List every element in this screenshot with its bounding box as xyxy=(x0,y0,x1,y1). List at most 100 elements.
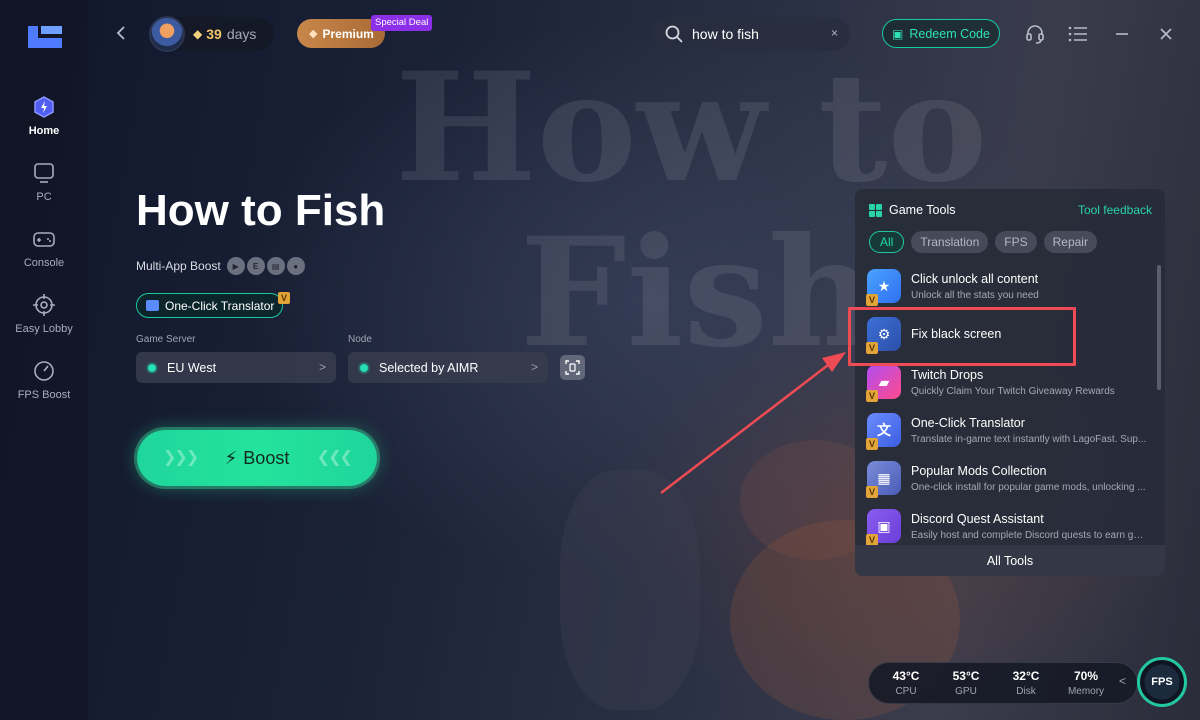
chevron-right-icon: > xyxy=(318,360,326,374)
tool-list: ★ V Click unlock all content Unlock all … xyxy=(866,269,1147,557)
search-box[interactable]: × xyxy=(652,17,850,51)
menu-icon[interactable] xyxy=(1066,22,1090,46)
pc-icon xyxy=(31,160,57,186)
store-platform-icon: ▤ xyxy=(266,257,285,275)
sidebar-item-home[interactable]: Home xyxy=(0,94,88,150)
twitch-icon: ▰ V xyxy=(866,365,901,402)
tool-description: Translate in-game text instantly with La… xyxy=(911,434,1147,445)
disk-temperature: 32°C xyxy=(1012,669,1040,683)
fps-label: FPS xyxy=(1151,676,1173,688)
app-logo[interactable] xyxy=(26,24,64,52)
tool-name: Discord Quest Assistant xyxy=(911,512,1044,526)
fps-monitor-button[interactable]: FPS xyxy=(1137,657,1187,707)
arrows-right-icon: ❯❯❯ xyxy=(163,449,199,466)
ai-scan-icon xyxy=(565,360,580,375)
sidebar-item-label: FPS Boost xyxy=(17,389,71,401)
status-dot-icon xyxy=(148,363,156,372)
clear-search-icon[interactable]: × xyxy=(831,26,838,40)
ai-node-button[interactable] xyxy=(560,355,585,380)
sidebar: Home PC Console Easy Lobby FPS Boost xyxy=(0,0,88,720)
redeem-code-label: Redeem Code xyxy=(909,26,990,41)
steam-platform-icon: ● xyxy=(286,257,305,275)
node-label: Node xyxy=(348,334,372,345)
grid-icon xyxy=(869,203,882,217)
play-platform-icon: ▶ xyxy=(226,257,245,275)
vip-badge: V xyxy=(866,342,878,354)
all-tools-button[interactable]: All Tools xyxy=(855,545,1165,576)
sidebar-item-label: Easy Lobby xyxy=(15,323,73,335)
translate-icon xyxy=(146,300,159,311)
tool-name: Click unlock all content xyxy=(911,272,1039,286)
arrows-left-icon: ❮❮❮ xyxy=(316,449,353,466)
sidebar-item-label: PC xyxy=(36,191,52,203)
sidebar-item-label: Console xyxy=(23,257,65,269)
close-icon[interactable] xyxy=(1154,22,1178,46)
ticket-icon: ▣ xyxy=(892,26,904,41)
sidebar-item-fps-boost[interactable]: FPS Boost xyxy=(0,358,88,414)
tool-popular-mods[interactable]: ▦ V Popular Mods Collection One-click in… xyxy=(866,461,1147,509)
lobby-icon xyxy=(31,292,57,318)
tool-description: Quickly Claim Your Twitch Giveaway Rewar… xyxy=(911,386,1115,397)
tool-list-scrollbar[interactable] xyxy=(1157,265,1161,390)
game-tools-panel: Game Tools Tool feedback All Translation… xyxy=(855,189,1165,576)
cpu-stat: 43°C CPU xyxy=(876,669,936,697)
gem-icon: ◆ xyxy=(309,28,318,40)
user-profile[interactable]: ◆ 39 days xyxy=(149,16,274,52)
sidebar-item-easy-lobby[interactable]: Easy Lobby xyxy=(0,292,88,348)
translate-icon: 文 V xyxy=(866,413,901,450)
sidebar-item-pc[interactable]: PC xyxy=(0,160,88,216)
avatar[interactable] xyxy=(149,16,185,52)
node-value: Selected by AIMR xyxy=(379,360,479,375)
tool-feedback-link[interactable]: Tool feedback xyxy=(1078,203,1152,217)
node-select[interactable]: Selected by AIMR > xyxy=(348,352,548,383)
boost-button[interactable]: ❯❯❯ ⚡ Boost ❮❮❮ xyxy=(137,430,377,486)
vip-badge: V xyxy=(866,486,878,498)
gpu-temperature: 53°C xyxy=(952,669,980,683)
gpu-stat: 53°C GPU xyxy=(936,669,996,697)
chevron-left-icon[interactable]: < xyxy=(1119,674,1126,688)
special-deal-badge[interactable]: Special Deal xyxy=(371,15,433,31)
background-figure xyxy=(560,470,700,710)
filter-fps[interactable]: FPS xyxy=(995,231,1037,253)
tool-name: Popular Mods Collection xyxy=(911,464,1047,478)
back-button[interactable] xyxy=(108,20,134,46)
fps-boost-icon xyxy=(31,358,57,384)
ea-platform-icon: E xyxy=(246,257,265,275)
gpu-label: GPU xyxy=(955,686,977,697)
console-icon xyxy=(31,226,57,252)
platform-icons: ▶ E ▤ ● xyxy=(226,257,307,275)
redeem-code-button[interactable]: ▣ Redeem Code xyxy=(882,19,1000,48)
tool-click-unlock[interactable]: ★ V Click unlock all content Unlock all … xyxy=(866,269,1147,317)
game-tools-title: Game Tools xyxy=(889,203,956,217)
filter-translation[interactable]: Translation xyxy=(911,231,989,253)
chevron-left-icon xyxy=(116,26,125,40)
filter-all[interactable]: All xyxy=(869,231,905,253)
filter-repair[interactable]: Repair xyxy=(1043,231,1097,253)
premium-label: Premium xyxy=(322,26,374,41)
search-input[interactable] xyxy=(692,26,822,42)
cpu-temperature: 43°C xyxy=(892,669,920,683)
vip-badge: V xyxy=(866,438,878,450)
game-title: How to Fish xyxy=(136,186,386,235)
one-click-translator-button[interactable]: One-Click Translator xyxy=(136,293,283,318)
tool-one-click-translator[interactable]: 文 V One-Click Translator Translate in-ga… xyxy=(866,413,1147,461)
tool-name: Twitch Drops xyxy=(911,368,984,382)
game-server-value: EU West xyxy=(167,360,217,375)
multi-app-boost: Multi-App Boost ▶ E ▤ ● xyxy=(136,257,307,275)
status-dot-icon xyxy=(360,363,368,372)
boost-label: Boost xyxy=(243,447,290,468)
memory-stat: 70% Memory xyxy=(1056,669,1116,697)
tool-twitch-drops[interactable]: ▰ V Twitch Drops Quickly Claim Your Twit… xyxy=(866,365,1147,413)
sidebar-item-console[interactable]: Console xyxy=(0,226,88,282)
minimize-icon[interactable] xyxy=(1110,22,1134,46)
tool-description: Unlock all the stats you need xyxy=(911,290,1039,301)
fix-screen-icon: ⚙ V xyxy=(866,317,901,354)
diamond-icon: ◆ xyxy=(193,27,203,41)
game-server-select[interactable]: EU West > xyxy=(136,352,336,383)
support-icon[interactable] xyxy=(1023,22,1047,46)
tool-fix-black-screen[interactable]: ⚙ V Fix black screen xyxy=(866,317,1147,365)
tool-description: One-click install for popular game mods,… xyxy=(911,482,1146,493)
tool-filters: All Translation FPS Repair xyxy=(869,231,1104,253)
home-icon xyxy=(31,94,57,120)
cpu-label: CPU xyxy=(895,686,917,697)
